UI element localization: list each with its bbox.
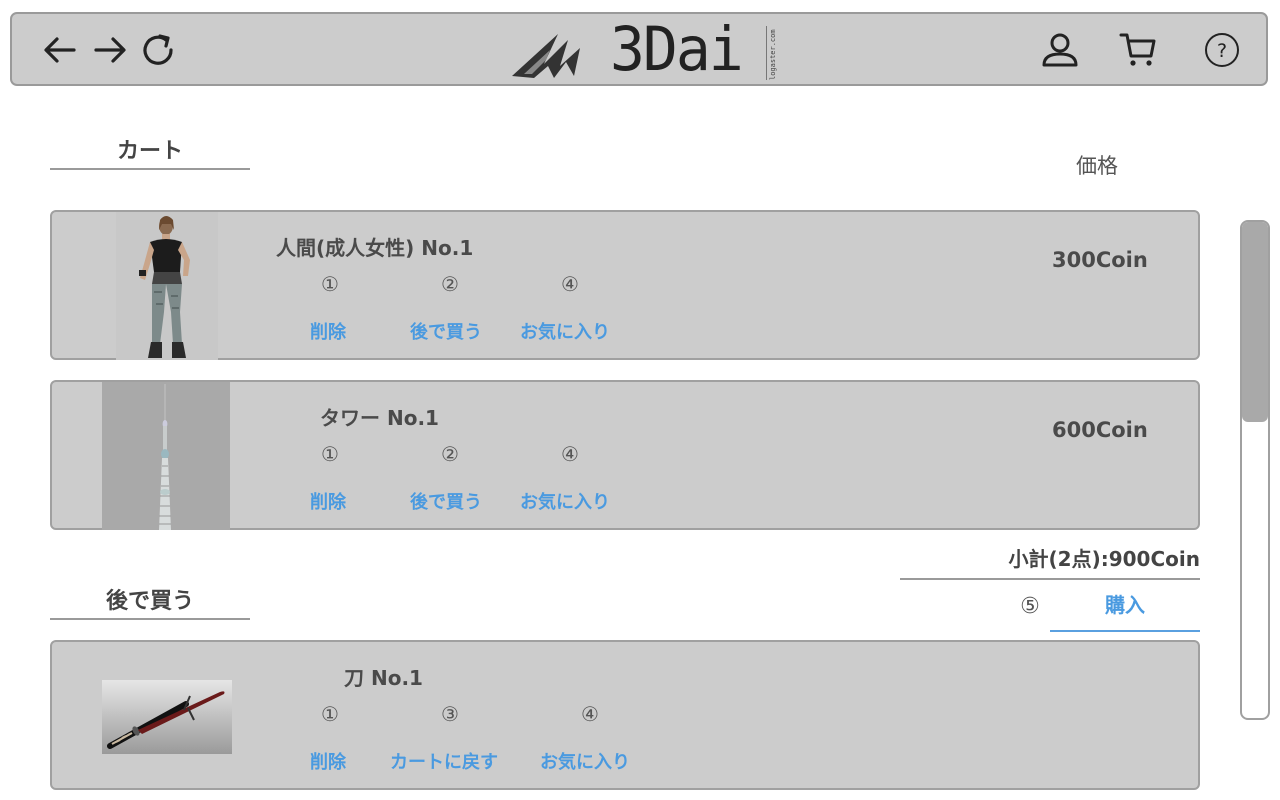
logo-sub-text: logaster.com — [769, 29, 777, 80]
top-toolbar: 3Dai logaster.com ? — [10, 12, 1268, 86]
product-thumbnail[interactable] — [102, 382, 230, 530]
user-icon[interactable] — [1040, 30, 1080, 70]
logo-text: 3Dai — [610, 13, 744, 85]
save-for-later-link[interactable]: 後で買う — [410, 488, 482, 514]
cart-item: 人間(成人女性) No.1 ① ② ④ 削除 後で買う お気に入り 300Coi… — [50, 210, 1200, 360]
svg-text:?: ? — [1217, 40, 1227, 62]
item-price: 600Coin — [1052, 418, 1148, 442]
later-item: 刀 No.1 ① ③ ④ 削除 カートに戻す お気に入り — [50, 640, 1200, 790]
logo-sub: logaster.com — [766, 26, 777, 80]
forward-icon[interactable] — [90, 30, 130, 70]
cart-section-title: カート — [50, 138, 250, 170]
logo-mark-icon — [512, 34, 580, 78]
price-column-header: 価格 — [1076, 154, 1118, 178]
help-icon[interactable]: ? — [1202, 30, 1242, 70]
marker: ③ — [441, 702, 459, 726]
site-logo[interactable]: 3Dai logaster.com — [510, 14, 780, 84]
delete-link[interactable]: 削除 — [310, 748, 346, 774]
favorite-link[interactable]: お気に入り — [520, 318, 610, 344]
cart-item: タワー No.1 ① ② ④ 削除 後で買う お気に入り 600Coin — [50, 380, 1200, 530]
marker: ② — [441, 442, 459, 466]
marker: ② — [441, 272, 459, 296]
later-section-title: 後で買う — [50, 588, 250, 620]
marker: ① — [321, 702, 339, 726]
marker: ④ — [561, 272, 579, 296]
marker: ① — [321, 272, 339, 296]
product-thumbnail[interactable] — [102, 680, 232, 754]
marker: ① — [321, 442, 339, 466]
item-price: 300Coin — [1052, 248, 1148, 272]
item-name[interactable]: 人間(成人女性) No.1 — [276, 232, 473, 261]
reload-icon[interactable] — [138, 30, 178, 70]
buy-button[interactable]: 購入 — [1050, 590, 1200, 632]
save-for-later-link[interactable]: 後で買う — [410, 318, 482, 344]
item-name[interactable]: タワー No.1 — [320, 402, 439, 431]
scrollbar-thumb[interactable] — [1242, 222, 1268, 422]
marker: ⑤ — [1020, 594, 1040, 619]
back-icon[interactable] — [40, 30, 80, 70]
scrollbar[interactable] — [1240, 220, 1270, 720]
product-thumbnail[interactable] — [116, 212, 218, 360]
cart-icon[interactable] — [1118, 30, 1158, 70]
favorite-link[interactable]: お気に入り — [520, 488, 610, 514]
favorite-link[interactable]: お気に入り — [540, 748, 630, 774]
item-name[interactable]: 刀 No.1 — [344, 662, 423, 691]
marker: ④ — [581, 702, 599, 726]
subtotal: 小計(2点):900Coin — [900, 544, 1200, 580]
delete-link[interactable]: 削除 — [310, 488, 346, 514]
marker: ④ — [561, 442, 579, 466]
move-to-cart-link[interactable]: カートに戻す — [390, 748, 498, 774]
delete-link[interactable]: 削除 — [310, 318, 346, 344]
